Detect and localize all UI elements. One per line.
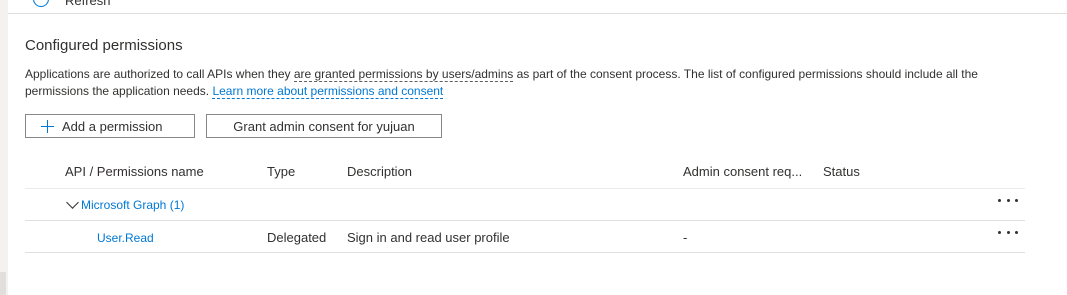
more-icon[interactable] <box>998 226 1018 238</box>
refresh-icon[interactable] <box>33 0 49 7</box>
table-row: User.Read Delegated Sign in and read use… <box>25 221 1025 253</box>
permission-type: Delegated <box>267 230 327 245</box>
plus-icon <box>41 119 54 133</box>
description-text-1: Applications are authorized to call APIs… <box>25 67 294 81</box>
header-type[interactable]: Type <box>267 164 295 179</box>
header-description[interactable]: Description <box>347 164 412 179</box>
left-rail-stub <box>0 272 6 295</box>
top-command-bar: Refresh <box>8 0 1067 14</box>
description-dashed-term: are granted permissions by users/admins <box>293 67 514 82</box>
learn-more-link[interactable]: Learn more about permissions and consent <box>212 84 444 99</box>
permissions-table-header: API / Permissions name Type Description … <box>25 160 1025 189</box>
section-description: Applications are authorized to call APIs… <box>25 66 1015 100</box>
add-permission-label: Add a permission <box>62 118 163 134</box>
table-group-row[interactable]: Microsoft Graph (1) <box>25 189 1025 221</box>
permission-name-link[interactable]: User.Read <box>97 231 154 245</box>
add-permission-button[interactable]: Add a permission <box>25 114 195 138</box>
header-status[interactable]: Status <box>823 164 860 179</box>
group-name-link[interactable]: Microsoft Graph (1) <box>81 198 184 212</box>
header-admin-consent[interactable]: Admin consent req... <box>683 164 802 179</box>
permission-admin-consent: - <box>683 230 688 245</box>
grant-admin-consent-button[interactable]: Grant admin consent for yujuan <box>206 114 442 138</box>
header-api-name[interactable]: API / Permissions name <box>65 164 204 179</box>
section-title: Configured permissions <box>25 37 183 54</box>
left-rail <box>0 0 8 295</box>
permission-description: Sign in and read user profile <box>347 230 510 245</box>
refresh-label[interactable]: Refresh <box>65 0 111 8</box>
grant-consent-label: Grant admin consent for yujuan <box>233 118 415 134</box>
chevron-down-icon[interactable] <box>66 196 79 209</box>
more-icon[interactable] <box>998 194 1018 206</box>
